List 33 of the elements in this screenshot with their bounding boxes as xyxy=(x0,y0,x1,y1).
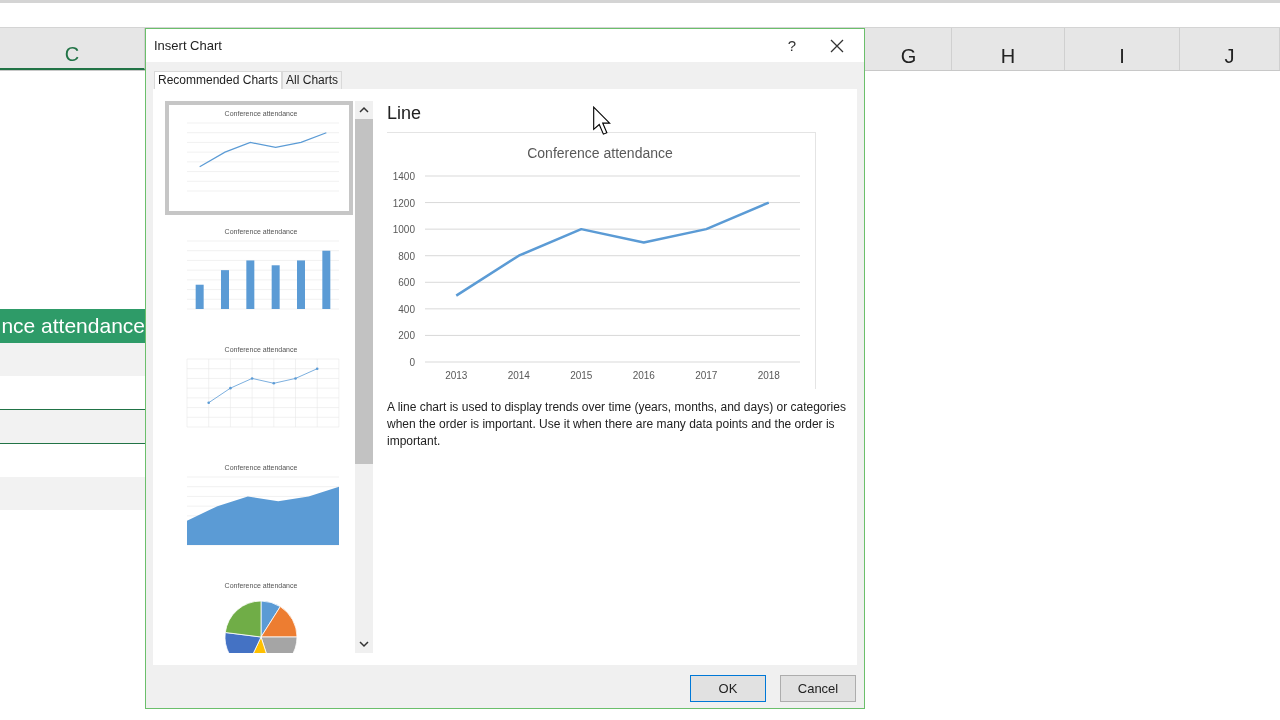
x-axis-label: 2015 xyxy=(570,370,593,381)
chart-type-heading: Line xyxy=(387,103,422,124)
chevron-down-icon[interactable] xyxy=(359,640,369,648)
y-axis-label: 400 xyxy=(398,303,415,315)
x-axis-label: 2016 xyxy=(632,370,655,381)
y-axis-label: 800 xyxy=(398,250,415,262)
x-axis-label: 2013 xyxy=(445,370,468,381)
close-icon[interactable] xyxy=(830,38,844,53)
column-header[interactable]: I xyxy=(1065,28,1180,70)
chevron-up-icon[interactable] xyxy=(359,106,369,114)
dialog-button[interactable]: Cancel xyxy=(780,675,856,702)
column-header[interactable]: H xyxy=(952,28,1065,70)
y-axis-label: 0 xyxy=(409,357,415,368)
column-header[interactable]: J xyxy=(1180,28,1280,70)
x-axis-label: 2017 xyxy=(695,370,718,381)
y-axis-label: 600 xyxy=(398,277,415,289)
dialog-title: Insert Chart xyxy=(154,38,223,53)
tab[interactable]: All Charts xyxy=(282,71,343,89)
y-axis-label: 1000 xyxy=(392,224,415,236)
y-axis-label: 1400 xyxy=(392,171,415,182)
y-axis-label: 1200 xyxy=(392,197,415,209)
tab[interactable]: Recommended Charts xyxy=(154,71,283,89)
x-axis-label: 2014 xyxy=(507,370,530,381)
help-button[interactable]: ? xyxy=(787,37,796,54)
x-axis-label: 2018 xyxy=(757,370,780,381)
spreadsheet-cell: nce attendance xyxy=(0,309,145,343)
chart-description: A line chart is used to display trends over time (years, months, and days) or categories when the order is important. Use it when there are many data points and the order is important. xyxy=(387,399,847,450)
y-axis-label: 200 xyxy=(398,330,415,342)
mouse-pointer-icon xyxy=(593,106,611,136)
chart-title: Conference attendance xyxy=(527,145,673,161)
column-header[interactable]: G xyxy=(866,28,952,70)
dialog-button[interactable]: OK xyxy=(690,675,766,702)
scrollbar[interactable] xyxy=(355,101,373,653)
